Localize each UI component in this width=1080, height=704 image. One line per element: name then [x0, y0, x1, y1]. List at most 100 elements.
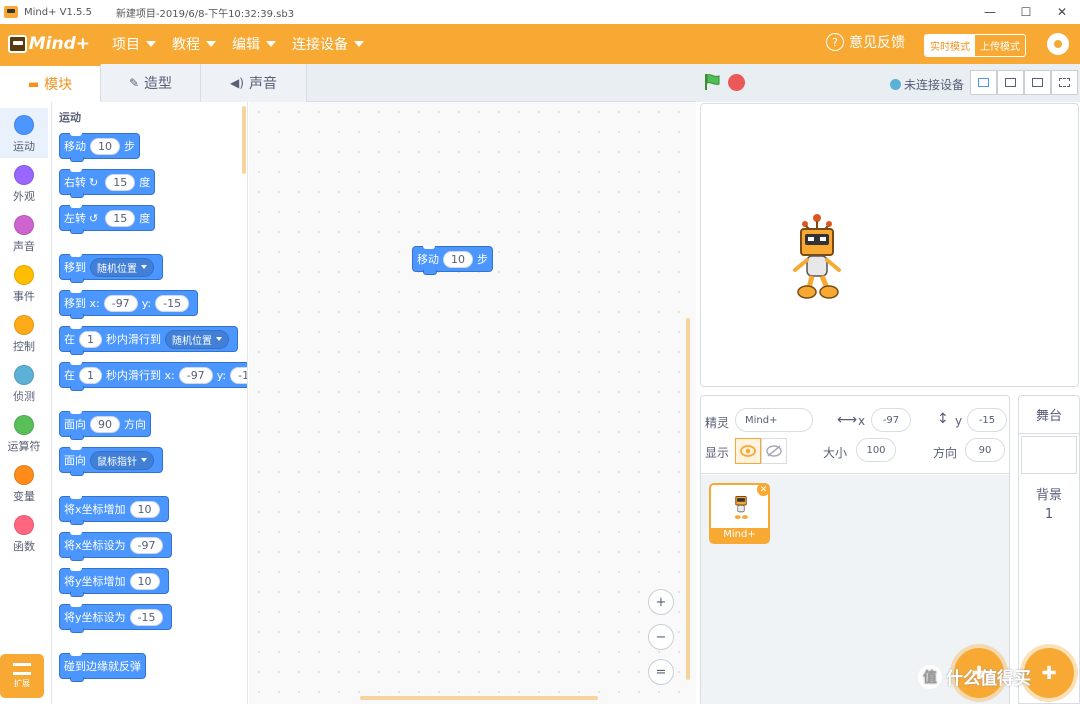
script-area[interactable]: 移动 10 步: [249, 102, 696, 704]
y-set-input[interactable]: -15: [129, 608, 164, 626]
watermark-logo-icon: 值: [918, 664, 942, 689]
degrees-input[interactable]: 15: [105, 209, 136, 227]
delete-sprite-icon[interactable]: ✕: [757, 483, 770, 496]
block-bounce-edge[interactable]: 碰到边缘就反弹: [59, 653, 146, 682]
point-target-dropdown[interactable]: 鼠标指针: [90, 450, 154, 470]
x-set-input[interactable]: -97: [129, 536, 164, 554]
x-input[interactable]: -97: [871, 408, 911, 432]
category-looks[interactable]: 外观: [0, 158, 48, 208]
zoom-out-button[interactable]: −: [648, 624, 674, 650]
menu-connect-device[interactable]: 连接设备: [292, 34, 364, 54]
script-horizontal-scrollbar[interactable]: [360, 696, 598, 700]
large-stage-button[interactable]: [1024, 70, 1051, 95]
show-label: 显示: [705, 446, 730, 460]
caret-down-icon: [206, 41, 216, 47]
seconds-input[interactable]: 1: [79, 366, 102, 384]
horizontal-arrows-icon: ⟷: [837, 412, 858, 428]
fullscreen-button[interactable]: [1051, 70, 1078, 95]
script-block-move-steps[interactable]: 移动 10 步: [412, 246, 493, 275]
stop-icon[interactable]: [728, 74, 745, 91]
palette-scrollbar[interactable]: [242, 106, 246, 174]
steps-input[interactable]: 10: [90, 137, 120, 155]
degrees-input[interactable]: 15: [105, 173, 136, 191]
y-input[interactable]: -15: [155, 294, 190, 312]
category-motion[interactable]: 运动: [0, 108, 48, 158]
y-label: y: [955, 414, 963, 428]
block-change-y[interactable]: 将y坐标增加 10: [59, 568, 169, 597]
logo: Mind+: [8, 30, 90, 58]
zoom-reset-button[interactable]: =: [648, 659, 674, 685]
script-vertical-scrollbar[interactable]: [686, 318, 690, 680]
block-set-y[interactable]: 将y坐标设为 -15: [59, 604, 173, 633]
caret-down-icon: [146, 41, 156, 47]
direction-input[interactable]: 90: [90, 415, 120, 433]
x-input[interactable]: -97: [178, 366, 213, 384]
zoom-in-button[interactable]: +: [648, 589, 674, 615]
block-point-towards[interactable]: 面向 鼠标指针: [59, 447, 163, 476]
category-events[interactable]: 事件: [0, 258, 48, 308]
zoom-in-icon: +: [655, 594, 667, 610]
block-turn-left[interactable]: 左转 ↺ 15 度: [59, 205, 156, 234]
block-goto[interactable]: 移到 随机位置: [59, 254, 163, 283]
block-set-x[interactable]: 将x坐标设为 -97: [59, 532, 173, 561]
x-change-input[interactable]: 10: [129, 500, 160, 518]
sprite-name-input[interactable]: Mind+: [735, 408, 813, 432]
block-goto-xy[interactable]: 移到 x: -97 y: -15: [59, 290, 199, 319]
size-input[interactable]: 100: [856, 438, 896, 462]
direction-label: 方向: [933, 446, 958, 460]
block-change-x[interactable]: 将x坐标增加 10: [59, 496, 169, 525]
category-functions[interactable]: 函数: [0, 508, 48, 558]
block-glide-xy[interactable]: 在 1 秒内滑行到 x: -97 y: -1: [59, 362, 247, 391]
speaker-icon: ◀): [230, 76, 244, 90]
small-stage-button[interactable]: [970, 70, 997, 95]
feedback-button[interactable]: ? 意见反馈: [826, 32, 905, 52]
normal-stage-button[interactable]: [997, 70, 1024, 95]
category-variables[interactable]: 变量: [0, 458, 48, 508]
menu-edit[interactable]: 编辑: [232, 34, 276, 54]
seconds-input[interactable]: 1: [79, 330, 102, 348]
y-input[interactable]: -1: [230, 366, 247, 384]
sprite-card[interactable]: ✕ Mind+: [709, 483, 770, 544]
stage-canvas[interactable]: [700, 103, 1079, 387]
category-operators[interactable]: 运算符: [0, 408, 48, 458]
tab-costumes[interactable]: ✎ 造型: [101, 64, 201, 102]
title-bar: Mind+ V1.5.5 新建项目-2019/6/8-下午10:32:39.sb…: [0, 0, 1080, 24]
add-backdrop-button[interactable]: ✚: [1024, 648, 1074, 698]
minimize-button[interactable]: —: [972, 0, 1008, 24]
x-input[interactable]: -97: [103, 294, 138, 312]
small-stage-icon: [978, 78, 989, 87]
y-input[interactable]: -15: [967, 408, 1007, 432]
category-sound[interactable]: 声音: [0, 208, 48, 258]
mind-plus-robot-sprite[interactable]: [787, 212, 847, 304]
fullscreen-icon: [1059, 78, 1070, 87]
close-button[interactable]: ✕: [1044, 0, 1080, 24]
app-icon: [4, 6, 18, 18]
extension-button[interactable]: 扩展: [0, 654, 44, 698]
block-glide-to[interactable]: 在 1 秒内滑行到 随机位置: [59, 326, 238, 355]
y-change-input[interactable]: 10: [129, 572, 160, 590]
menu-project[interactable]: 项目: [112, 34, 156, 54]
green-flag-icon[interactable]: [703, 73, 721, 91]
tab-sounds[interactable]: ◀) 声音: [201, 64, 307, 102]
block-move-steps[interactable]: 移动 10 步: [59, 133, 140, 162]
maximize-button[interactable]: ☐: [1008, 0, 1044, 24]
glide-target-dropdown[interactable]: 随机位置: [165, 329, 229, 349]
show-sprite-button[interactable]: [735, 438, 761, 464]
block-point-direction[interactable]: 面向 90 方向: [59, 411, 151, 440]
control-dot-icon: [14, 315, 34, 335]
category-control[interactable]: 控制: [0, 308, 48, 358]
upload-mode-button[interactable]: 上传模式: [975, 35, 1025, 56]
category-sensing[interactable]: 侦测: [0, 358, 48, 408]
realtime-mode-button[interactable]: 实时模式: [925, 35, 975, 56]
block-turn-right[interactable]: 右转 ↻ 15 度: [59, 169, 156, 198]
menu-tutorial[interactable]: 教程: [172, 34, 216, 54]
direction-input[interactable]: 90: [965, 438, 1005, 462]
x-label: x: [858, 414, 866, 428]
steps-input[interactable]: 10: [443, 250, 473, 268]
hide-sprite-button[interactable]: [761, 438, 787, 464]
goto-target-dropdown[interactable]: 随机位置: [90, 257, 154, 277]
tab-blocks[interactable]: ▬ 模块: [0, 64, 101, 102]
settings-gear-icon[interactable]: [1047, 33, 1069, 55]
rotate-left-icon: ↺: [89, 211, 99, 225]
logo-text: Mind+: [28, 34, 90, 54]
